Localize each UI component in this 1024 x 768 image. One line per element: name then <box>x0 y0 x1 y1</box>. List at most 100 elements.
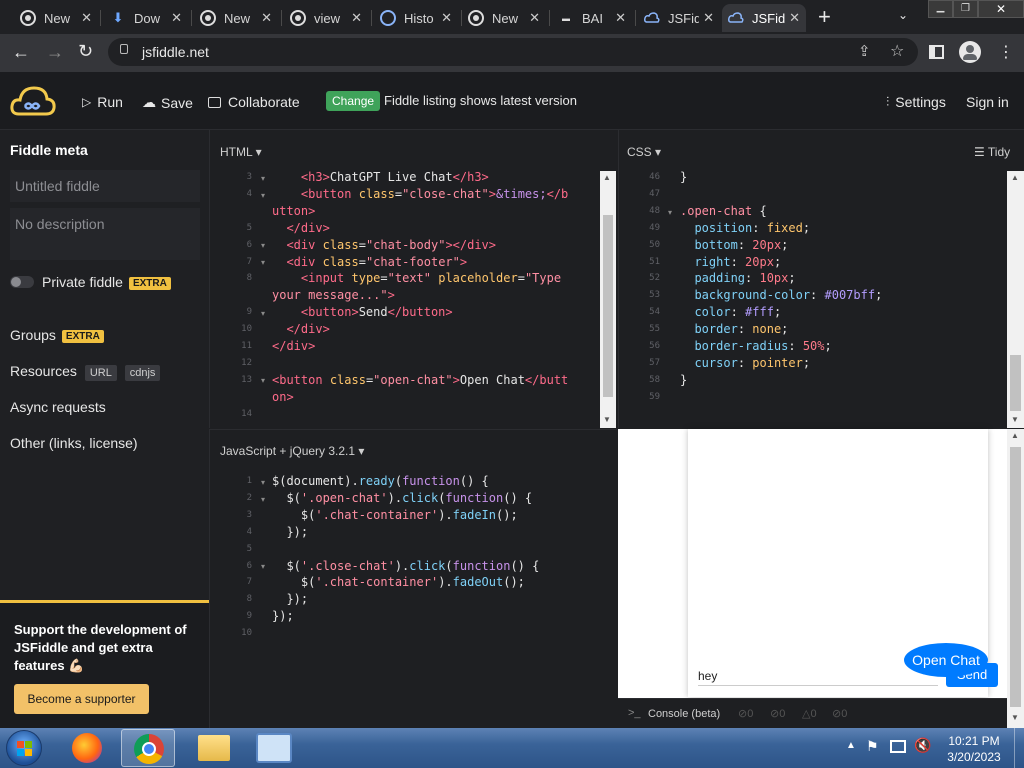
close-icon[interactable]: ✕ <box>441 10 452 26</box>
run-button[interactable]: ▷ Run <box>82 94 123 110</box>
browser-tab[interactable]: Histo ✕ <box>374 4 458 32</box>
side-panel-icon[interactable] <box>929 45 944 59</box>
scroll-thumb[interactable] <box>1010 447 1021 707</box>
sidebar-item-other[interactable]: Other (links, license) <box>10 435 138 451</box>
scroll-thumb[interactable] <box>603 215 613 397</box>
tidy-button[interactable]: ☰ Tidy <box>974 145 1010 159</box>
browser-tab[interactable]: New ✕ <box>462 4 546 32</box>
fold-arrow-icon[interactable]: ▾ <box>261 174 265 183</box>
window-close-icon[interactable]: ✕ <box>978 0 1024 18</box>
line-number: 6 <box>246 239 252 250</box>
css-scrollbar[interactable]: ▲ ▼ <box>1007 171 1024 428</box>
browser-tab-active[interactable]: JSFid ✕ <box>722 4 806 32</box>
change-badge[interactable]: Change <box>326 91 381 111</box>
close-icon[interactable]: ✕ <box>615 10 626 26</box>
share-icon[interactable]: ⇪ <box>858 42 871 60</box>
resources-label: Resources <box>10 363 77 379</box>
line-number: 11 <box>241 341 252 351</box>
new-tab-icon[interactable]: + <box>818 4 831 30</box>
sidebar-item-async[interactable]: Async requests <box>10 399 106 415</box>
taskbar-clock[interactable]: 10:21 PM 3/20/2023 <box>940 733 1008 765</box>
fold-arrow-icon[interactable]: ▾ <box>261 241 265 250</box>
close-icon[interactable]: ✕ <box>351 10 362 26</box>
html-scrollbar[interactable]: ▲ ▼ <box>600 171 616 428</box>
save-button[interactable]: ☁ Save <box>142 94 193 111</box>
tab-search-icon[interactable]: ⌄ <box>898 8 908 22</box>
taskbar-chrome-button[interactable] <box>121 729 175 767</box>
fold-arrow-icon[interactable]: ▾ <box>261 562 265 571</box>
browser-tab[interactable]: view ✕ <box>284 4 368 32</box>
network-icon[interactable] <box>890 740 906 753</box>
sliders-icon: ⫶ <box>886 94 890 109</box>
html-panel-label[interactable]: HTML ▾ <box>220 145 262 159</box>
restore-icon[interactable]: ❐ <box>953 0 978 18</box>
browser-tab[interactable]: ▬ BAI ✕ <box>552 4 632 32</box>
fiddle-title-input[interactable]: Untitled fiddle <box>10 170 200 202</box>
scroll-thumb[interactable] <box>1010 355 1021 411</box>
browser-tab[interactable]: JSFid ✕ <box>638 4 720 32</box>
js-panel-label[interactable]: JavaScript + jQuery 3.2.1 ▾ <box>220 444 364 458</box>
fold-arrow-icon[interactable]: ▾ <box>668 208 672 217</box>
action-center-flag-icon[interactable]: ⚑ <box>866 738 879 755</box>
start-button[interactable] <box>6 730 42 766</box>
profile-avatar-icon[interactable] <box>959 41 981 63</box>
js-code-editor[interactable]: $(document).ready(function() { $('.open-… <box>272 473 602 625</box>
fold-arrow-icon[interactable]: ▾ <box>261 376 265 385</box>
address-bar[interactable]: jsfiddle.net ⇪ ☆ <box>108 38 918 66</box>
reload-icon[interactable]: ↻ <box>78 41 93 62</box>
css-code-editor[interactable]: } .open-chat { position: fixed; bottom: … <box>680 169 1000 389</box>
result-frame[interactable]: hey Send Open Chat <box>618 429 1007 698</box>
menu-kebab-icon[interactable]: ⋮ <box>998 42 1014 62</box>
back-icon[interactable]: ← <box>12 42 30 63</box>
close-icon[interactable]: ✕ <box>261 10 272 26</box>
collaborate-button[interactable]: Collaborate <box>208 94 300 110</box>
css-panel-label[interactable]: CSS ▾ <box>627 145 661 159</box>
console-count-warn: ⊘0 <box>770 708 786 720</box>
close-icon[interactable]: ✕ <box>703 10 714 26</box>
close-icon[interactable]: ✕ <box>789 10 800 26</box>
console-count-log: ⊘0 <box>832 708 848 720</box>
open-chat-button[interactable]: Open Chat <box>904 643 988 677</box>
close-icon[interactable]: ✕ <box>171 10 182 26</box>
url-badge[interactable]: URL <box>84 365 117 381</box>
settings-button[interactable]: ⫶ Settings <box>886 94 946 110</box>
tray-expand-icon[interactable]: ▲ <box>846 740 856 751</box>
scroll-up-icon[interactable]: ▲ <box>603 173 611 182</box>
scroll-down-icon[interactable]: ▼ <box>1011 713 1019 722</box>
chat-message-input[interactable]: hey <box>698 669 938 686</box>
scroll-down-icon[interactable]: ▼ <box>1011 415 1019 424</box>
fold-arrow-icon[interactable]: ▾ <box>261 309 265 318</box>
show-desktop-button[interactable] <box>1014 728 1024 768</box>
minimize-icon[interactable]: ▁ <box>928 0 953 18</box>
close-icon[interactable]: ✕ <box>81 10 92 26</box>
fold-arrow-icon[interactable]: ▾ <box>261 191 265 200</box>
volume-muted-icon[interactable]: 🔇 <box>914 737 931 754</box>
sidebar-item-groups[interactable]: Groups EXTRA <box>10 327 104 343</box>
fiddle-description-input[interactable]: No description <box>10 208 200 260</box>
sign-in-link[interactable]: Sign in <box>966 94 1009 110</box>
forward-icon[interactable]: → <box>46 42 64 63</box>
cdnjs-badge[interactable]: cdnjs <box>124 365 161 381</box>
browser-tab[interactable]: ⬇ Dow ✕ <box>104 4 188 32</box>
private-toggle[interactable] <box>10 276 34 288</box>
sidebar-item-resources[interactable]: Resources URL cdnjs <box>10 363 161 381</box>
scroll-up-icon[interactable]: ▲ <box>1011 173 1019 182</box>
close-icon[interactable]: ✕ <box>529 10 540 26</box>
file-explorer-icon[interactable] <box>198 735 230 761</box>
control-panel-icon[interactable] <box>256 733 292 763</box>
html-code-editor[interactable]: <h3>ChatGPT Live Chat</h3> <button class… <box>272 169 597 406</box>
scroll-up-icon[interactable]: ▲ <box>1011 431 1019 440</box>
bookmark-star-icon[interactable]: ☆ <box>890 41 904 61</box>
fold-arrow-icon[interactable]: ▾ <box>261 478 265 487</box>
browser-tab[interactable]: New ✕ <box>194 4 278 32</box>
jsfiddle-logo-icon[interactable] <box>10 84 56 121</box>
become-supporter-button[interactable]: Become a supporter <box>14 684 149 714</box>
console-bar[interactable]: >_ Console (beta) ⊘0 ⊘0 △0 ⊘0 <box>618 698 1007 728</box>
result-scrollbar[interactable]: ▲ ▼ <box>1007 429 1024 728</box>
browser-tab[interactable]: New ✕ <box>14 4 98 32</box>
scroll-down-icon[interactable]: ▼ <box>603 415 611 424</box>
firefox-icon[interactable] <box>72 733 102 763</box>
fold-arrow-icon[interactable]: ▾ <box>261 495 265 504</box>
fold-arrow-icon[interactable]: ▾ <box>261 258 265 267</box>
line-number: 14 <box>241 408 252 419</box>
